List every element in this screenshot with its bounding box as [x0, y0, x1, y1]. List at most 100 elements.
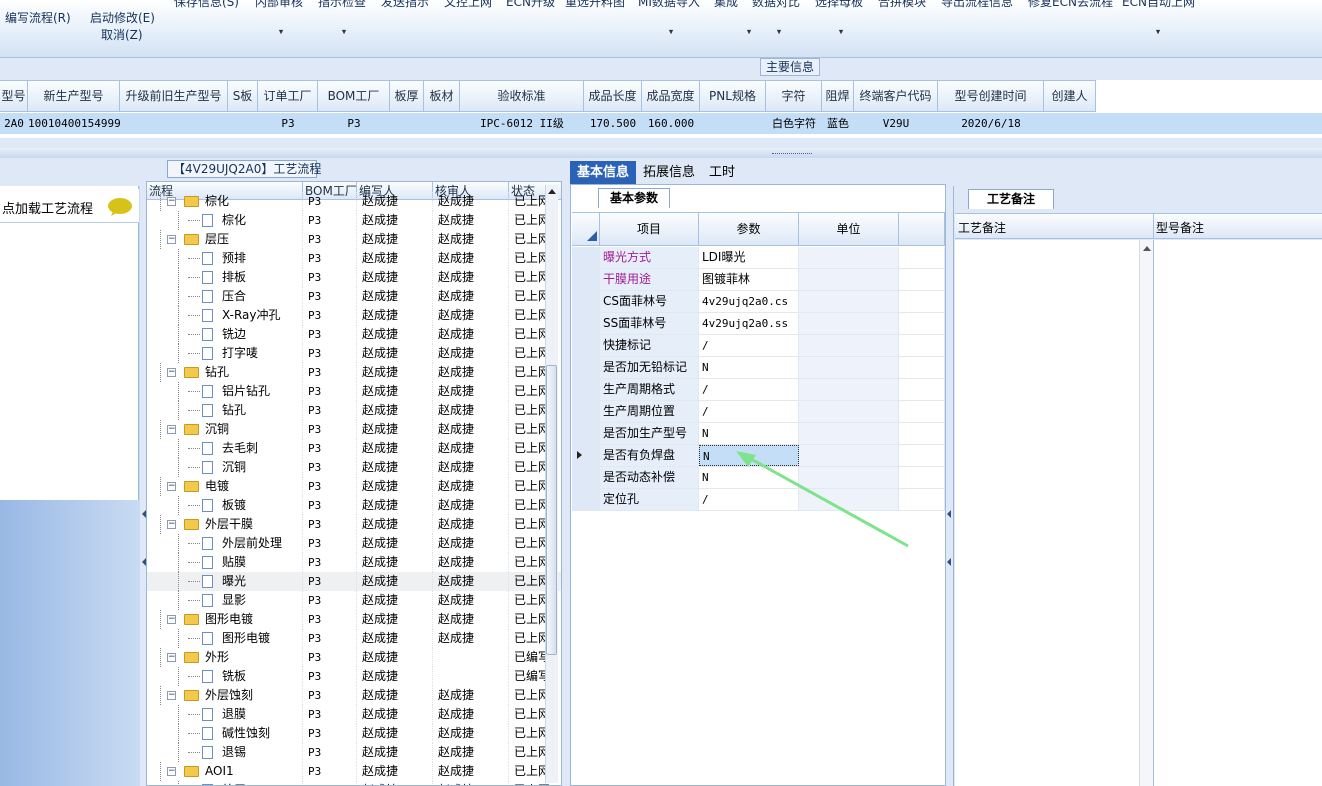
grid-cell[interactable]	[390, 113, 424, 134]
tree-node[interactable]: − 图形电镀	[147, 610, 303, 629]
tree-node[interactable]: 外层AOI	[147, 781, 303, 785]
tree-writer-cell[interactable]: 赵成捷	[357, 287, 433, 306]
param-row[interactable]: 生产周期格式 /	[572, 379, 945, 401]
tree-bom-cell[interactable]: P3	[303, 306, 357, 325]
tree-node[interactable]: 显影	[147, 591, 303, 610]
column-header[interactable]: 成品宽度	[642, 81, 700, 111]
param-row[interactable]: 曝光方式 LDI曝光	[572, 247, 945, 269]
tree-row[interactable]: − 外层蚀刻 P3 赵成捷 赵成捷 已上网	[147, 686, 561, 705]
row-header[interactable]	[572, 313, 600, 334]
right-collapse-handle[interactable]	[946, 500, 952, 590]
tree-row[interactable]: 板镀 P3 赵成捷 赵成捷 已上网	[147, 496, 561, 515]
tree-bom-cell[interactable]: P3	[303, 591, 357, 610]
param-value[interactable]: /	[699, 379, 799, 400]
tree-row[interactable]: 预排 P3 赵成捷 赵成捷 已上网	[147, 249, 561, 268]
tree-reviewer-cell[interactable]: 赵成捷	[433, 363, 509, 382]
tree-reviewer-cell[interactable]: 赵成捷	[433, 496, 509, 515]
tree-writer-cell[interactable]: 赵成捷	[357, 382, 433, 401]
tree-row[interactable]: 铣板 P3 赵成捷 已编写	[147, 667, 561, 686]
ribbon-button[interactable]: 修复ECN丢流程	[1028, 0, 1113, 10]
expand-toggle-icon[interactable]: −	[167, 197, 176, 206]
param-item[interactable]: 曝光方式	[600, 247, 699, 268]
tree-row[interactable]: − 钻孔 P3 赵成捷 赵成捷 已上网	[147, 363, 561, 382]
tree-reviewer-cell[interactable]: 赵成捷	[433, 268, 509, 287]
tree-node[interactable]: 沉铜	[147, 458, 303, 477]
tree-reviewer-cell[interactable]: 赵成捷	[433, 439, 509, 458]
grid-cell[interactable]: 170.500	[584, 113, 642, 134]
tree-node[interactable]: 排板	[147, 268, 303, 287]
tree-row[interactable]: 去毛刺 P3 赵成捷 赵成捷 已上网	[147, 439, 561, 458]
tree-node[interactable]: 贴膜	[147, 553, 303, 572]
tree-writer-cell[interactable]: 赵成捷	[357, 496, 433, 515]
tree-writer-cell[interactable]: 赵成捷	[357, 439, 433, 458]
tree-node[interactable]: − 钻孔	[147, 363, 303, 382]
dropdown-arrow-icon[interactable]: ▼	[669, 28, 673, 34]
tree-node[interactable]: 退锡	[147, 743, 303, 762]
dropdown-arrow-icon[interactable]: ▼	[839, 28, 843, 34]
ribbon-button[interactable]: 重选开料图	[565, 0, 625, 10]
tree-row[interactable]: 图形电镀 P3 赵成捷 赵成捷 已上网	[147, 629, 561, 648]
tree-writer-cell[interactable]: 赵成捷	[357, 724, 433, 743]
cancel-button[interactable]: 取消(Z)	[101, 26, 143, 43]
grid-cell[interactable]	[228, 113, 258, 134]
row-header[interactable]	[572, 335, 600, 356]
param-value[interactable]: N	[699, 357, 799, 378]
tree-node[interactable]: 去毛刺	[147, 439, 303, 458]
tree-node[interactable]: 图形电镀	[147, 629, 303, 648]
column-header[interactable]: 字符	[766, 81, 822, 111]
tree-reviewer-cell[interactable]: 赵成捷	[433, 325, 509, 344]
tree-writer-cell[interactable]: 赵成捷	[357, 363, 433, 382]
tree-writer-cell[interactable]: 赵成捷	[357, 743, 433, 762]
grid-cell[interactable]: 蓝色	[822, 113, 854, 134]
param-item[interactable]: 定位孔	[600, 489, 699, 510]
tree-bom-cell[interactable]: P3	[303, 401, 357, 420]
tree-row[interactable]: 碱性蚀刻 P3 赵成捷 赵成捷 已上网	[147, 724, 561, 743]
tree-node[interactable]: 铝片钻孔	[147, 382, 303, 401]
expand-toggle-icon[interactable]: −	[167, 767, 176, 776]
tree-writer-cell[interactable]: 赵成捷	[357, 591, 433, 610]
grid-cell[interactable]: 160.000	[642, 113, 700, 134]
param-item[interactable]: 干膜用途	[600, 269, 699, 290]
tree-row[interactable]: 显影 P3 赵成捷 赵成捷 已上网	[147, 591, 561, 610]
tree-node[interactable]: 打字唛	[147, 344, 303, 363]
param-item[interactable]: CS面菲林号	[600, 291, 699, 312]
grid-cell[interactable]	[424, 113, 460, 134]
grid-cell[interactable]	[700, 113, 766, 134]
column-header[interactable]: S板	[228, 81, 258, 111]
tree-bom-cell[interactable]: P3	[303, 477, 357, 496]
param-row[interactable]: CS面菲林号 4v29ujq2a0.cs	[572, 291, 945, 313]
tree-row[interactable]: − 电镀 P3 赵成捷 赵成捷 已上网	[147, 477, 561, 496]
param-unit[interactable]	[799, 335, 899, 356]
tree-writer-cell[interactable]: 赵成捷	[357, 192, 433, 211]
tree-bom-cell[interactable]: P3	[303, 572, 357, 591]
remarks-scrollbar[interactable]	[1139, 240, 1153, 786]
tree-bom-cell[interactable]: P3	[303, 268, 357, 287]
column-header[interactable]: 板厚	[390, 81, 424, 111]
tree-writer-cell[interactable]: 赵成捷	[357, 230, 433, 249]
ribbon-button[interactable]: 发送指示	[381, 0, 429, 10]
tree-row[interactable]: 铝片钻孔 P3 赵成捷 赵成捷 已上网	[147, 382, 561, 401]
expand-toggle-icon[interactable]: −	[167, 235, 176, 244]
expand-toggle-icon[interactable]: −	[167, 691, 176, 700]
tree-reviewer-cell[interactable]: 赵成捷	[433, 762, 509, 781]
param-item[interactable]: 快捷标记	[600, 335, 699, 356]
tree-bom-cell[interactable]: P3	[303, 515, 357, 534]
tree-bom-cell[interactable]: P3	[303, 781, 357, 785]
load-flow-header[interactable]: 点加载工艺流程	[0, 189, 139, 223]
param-value[interactable]: 4v29ujq2a0.ss	[699, 313, 799, 334]
tree-reviewer-cell[interactable]	[433, 667, 509, 686]
tree-bom-cell[interactable]: P3	[303, 363, 357, 382]
tree-writer-cell[interactable]: 赵成捷	[357, 306, 433, 325]
tree-writer-cell[interactable]: 赵成捷	[357, 781, 433, 785]
row-header[interactable]	[572, 247, 600, 268]
tree-reviewer-cell[interactable]: 赵成捷	[433, 610, 509, 629]
row-header[interactable]	[572, 445, 600, 466]
tree-writer-cell[interactable]: 赵成捷	[357, 553, 433, 572]
param-item[interactable]: 是否有负焊盘	[600, 445, 699, 466]
ribbon-button[interactable]: ECN自动上网	[1122, 0, 1195, 10]
tree-bom-cell[interactable]: P3	[303, 382, 357, 401]
tree-bom-cell[interactable]: P3	[303, 667, 357, 686]
tree-reviewer-cell[interactable]: 赵成捷	[433, 192, 509, 211]
ribbon-button[interactable]: 导出流程信息	[941, 0, 1013, 10]
param-unit[interactable]	[799, 291, 899, 312]
